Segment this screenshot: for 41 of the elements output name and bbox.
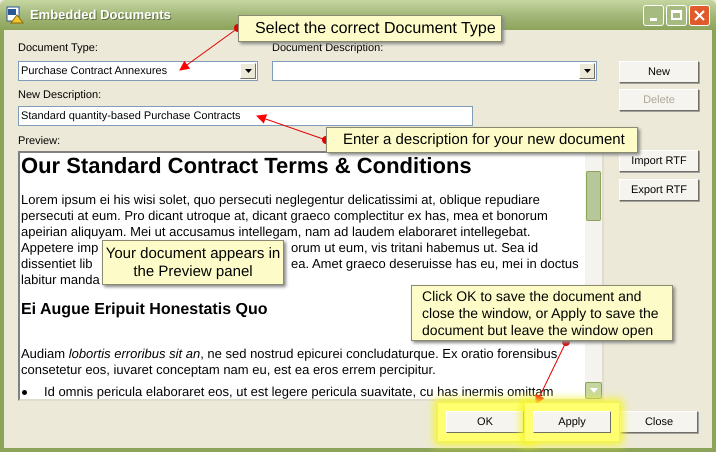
paragraph-text: orum ut eum, vis tritani habemus ut. Sea id — [291, 240, 538, 256]
dropdown-field[interactable]: Purchase Contract Annexures — [18, 61, 258, 81]
paragraph-text: Lorem ipsum ei his wisi solet, quo persecuti neglegentur delicatissimi at, oblique repudiare — [21, 192, 540, 208]
caret-icon — [244, 69, 252, 73]
document-icon — [6, 6, 24, 24]
side-button[interactable]: New — [619, 61, 699, 83]
dialog-button[interactable]: Close — [620, 411, 698, 433]
window-title: Embedded Documents — [30, 6, 171, 24]
paragraph-text: Audiam lobortis erroribus sit an, ne sed nostrud epicurei concludaturque. Ex oratio forensibus — [21, 346, 558, 362]
field-label: Document Description: — [272, 42, 384, 55]
callout: Click OK to save the document and close the window, or Apply to save the document but leave the window open — [411, 285, 673, 341]
paragraph-text: consetetur eos, iuvaret conceptam nam eu, est ea eros errem percipitur. — [21, 362, 436, 378]
maximize-button[interactable] — [666, 4, 687, 26]
callout: Enter a description for your new document — [326, 127, 638, 153]
callout: Your document appears in the Preview panel — [102, 240, 284, 285]
dropdown-button[interactable] — [240, 63, 256, 79]
paragraph-text: persecuti at eum. Pro dicant utroque at, dicant graeco complectitur ex has, mea et bonorum — [21, 208, 548, 224]
side-button[interactable]: Export RTF — [619, 179, 699, 201]
field-label: Preview: — [18, 135, 60, 148]
scrollbar-thumb[interactable] — [586, 171, 601, 221]
paragraph-text: labitur manda — [21, 272, 100, 288]
side-button[interactable]: Import RTF — [619, 150, 699, 172]
field-label: New Description: — [18, 89, 102, 102]
document-title: Our Standard Contract Terms & Conditions — [21, 154, 472, 178]
callout: Select the correct Document Type — [238, 15, 502, 42]
scroll-down-button[interactable] — [585, 382, 602, 399]
paragraph-text: dissentiet lib — [21, 256, 93, 271]
paragraph-text: ea. Amet graeco deseruisse has eu, mei in doctus — [291, 256, 579, 272]
minimize-button[interactable] — [643, 4, 664, 26]
paragraph-text: Appetere imp — [21, 240, 98, 255]
caret-icon — [584, 69, 590, 73]
caret-icon — [590, 388, 598, 393]
field-label: Document Type: — [18, 42, 99, 55]
paragraph-text: apeirian aliquyam. Mei ut accusamus intellegam, nam ad laudem elaboraret intellegebat. — [21, 224, 530, 240]
input-field[interactable]: Standard quantity-based Purchase Contracts — [18, 106, 473, 126]
close-icon — [694, 10, 705, 20]
dropdown-field[interactable] — [272, 61, 597, 81]
close-button[interactable] — [689, 4, 710, 26]
dropdown-button[interactable] — [579, 63, 595, 79]
section-heading: Ei Augue Eripuit Honestatis Quo — [21, 300, 268, 320]
bullet-icon — [22, 390, 27, 394]
